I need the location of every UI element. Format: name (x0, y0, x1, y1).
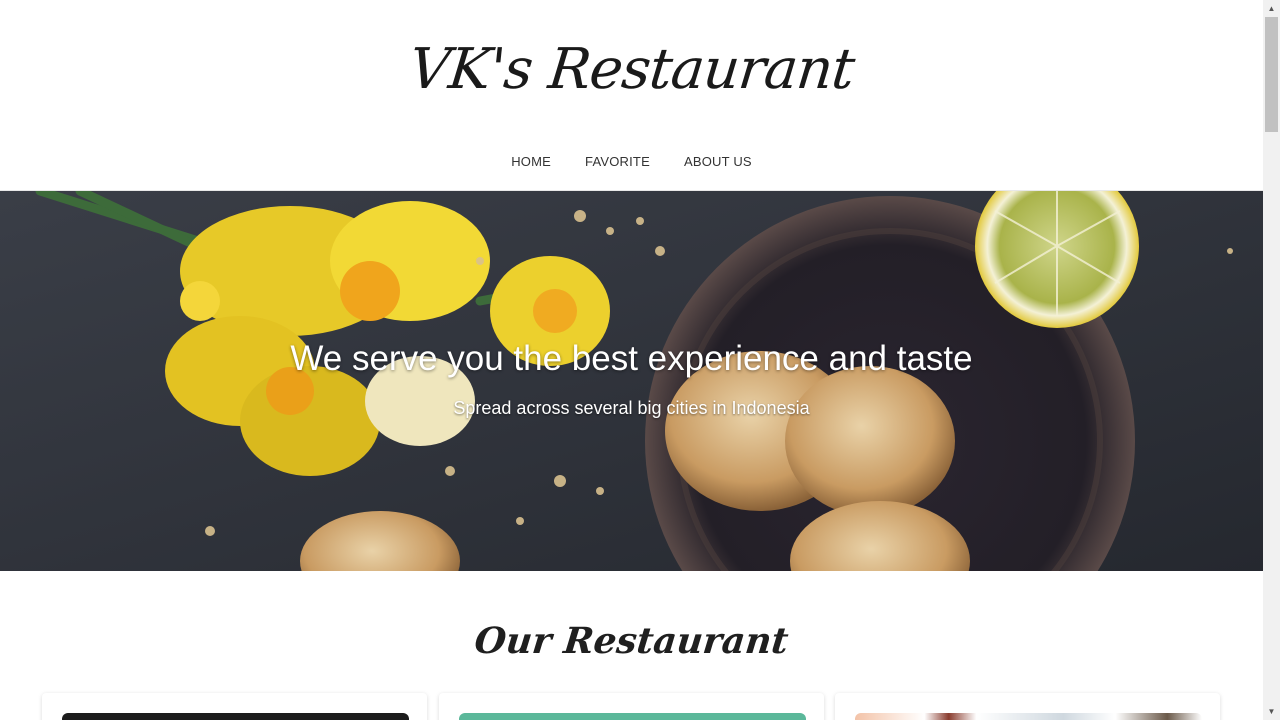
scrollbar-thumb[interactable] (1265, 17, 1278, 132)
main-nav: HOME FAVORITE ABOUT US (0, 150, 1263, 173)
scroll-up-icon[interactable]: ▲ (1263, 0, 1280, 17)
page: VK's Restaurant HOME FAVORITE ABOUT US W… (0, 0, 1263, 720)
hero-subtitle: Spread across several big cities in Indo… (453, 398, 810, 418)
site-header: VK's Restaurant HOME FAVORITE ABOUT US (0, 0, 1263, 191)
nav-about-us[interactable]: ABOUT US (667, 150, 769, 173)
restaurant-card-image (459, 713, 806, 720)
restaurant-card-image (62, 713, 409, 720)
page-scrollbar[interactable]: ▲ ▼ (1263, 0, 1280, 720)
hero-title: We serve you the best experience and tas… (290, 339, 973, 378)
hero-image (0, 191, 1263, 571)
site-brand[interactable]: VK's Restaurant (0, 30, 1263, 110)
nav-home[interactable]: HOME (494, 150, 568, 173)
hero-banner: We serve you the best experience and tas… (0, 191, 1263, 571)
restaurant-card-image (855, 713, 1202, 720)
restaurant-card[interactable] (439, 693, 824, 720)
scroll-down-icon[interactable]: ▼ (1263, 703, 1280, 720)
nav-favorite[interactable]: FAVORITE (568, 150, 667, 173)
restaurant-card[interactable] (42, 693, 427, 720)
restaurant-card[interactable] (835, 693, 1220, 720)
section-title: Our Restaurant (472, 620, 791, 662)
